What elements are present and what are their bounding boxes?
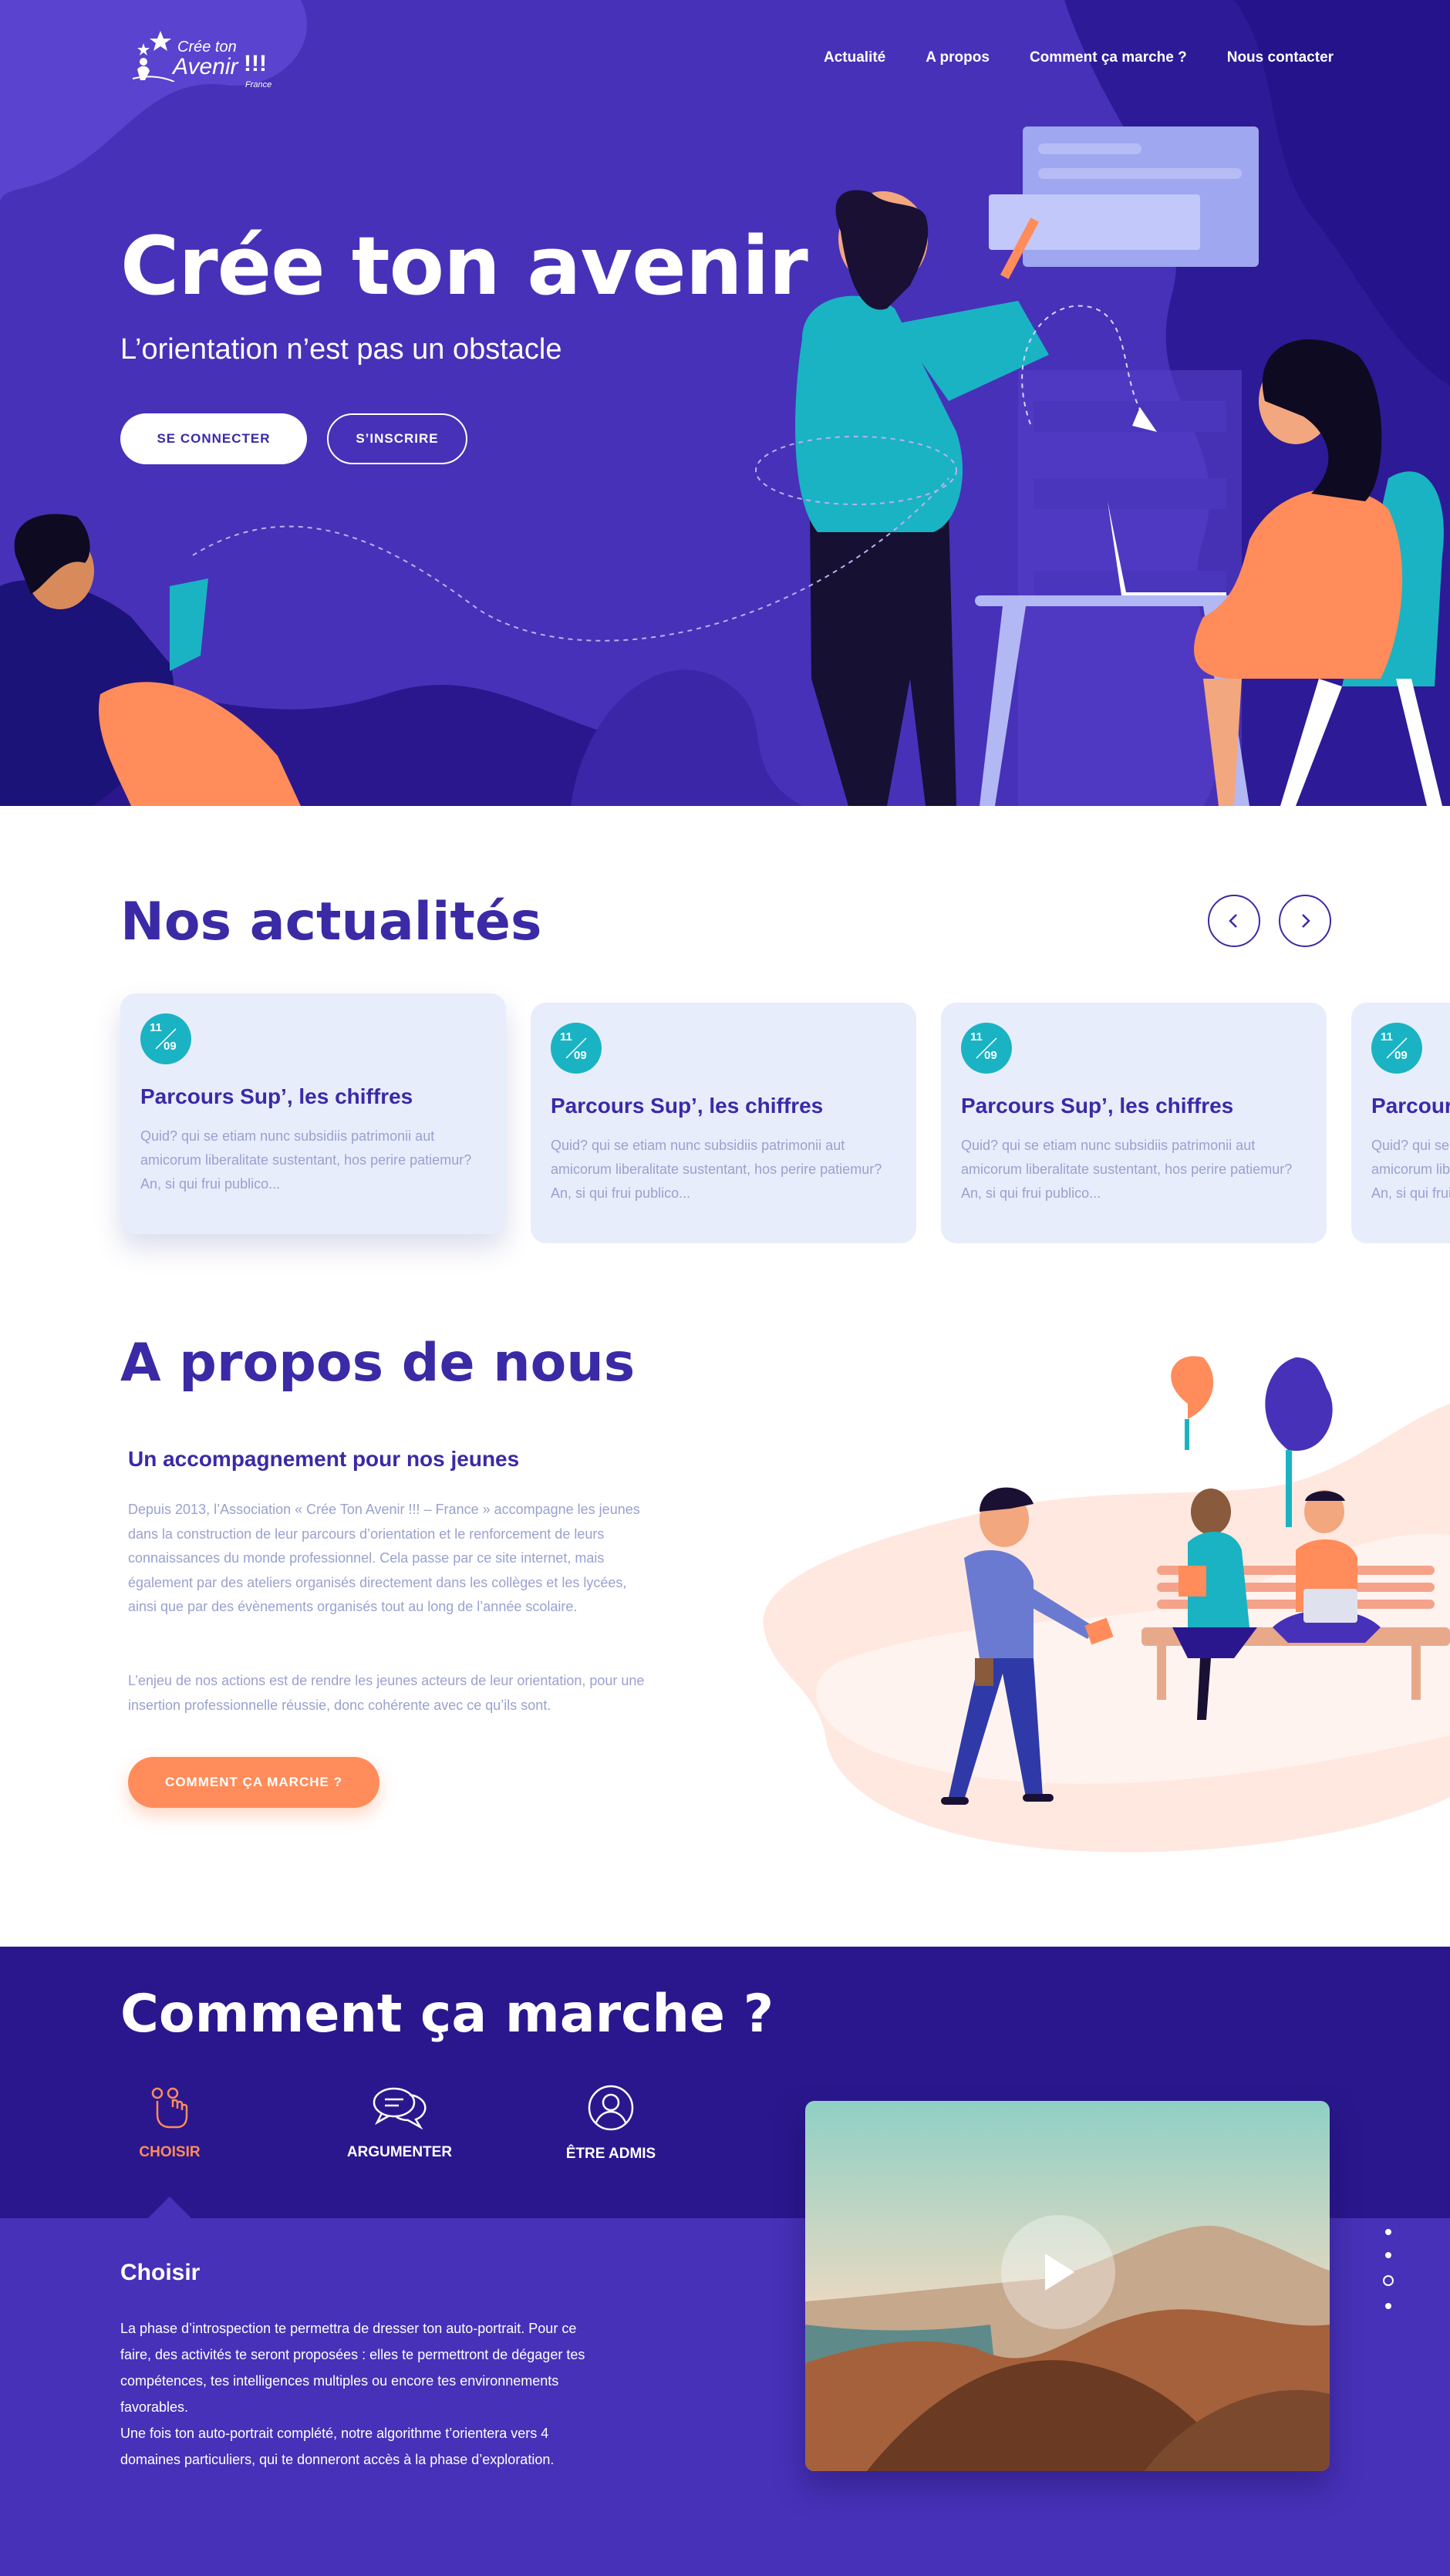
slider-dot[interactable] bbox=[1385, 2229, 1391, 2235]
news-card-excerpt: Quid? qui se etiam nunc subsidiis patrim… bbox=[140, 1128, 472, 1192]
logo-line3: France bbox=[245, 80, 272, 89]
news-card[interactable]: 11 09 Parcours Sup’, les chiffres Quid? … bbox=[1351, 1003, 1450, 1243]
logo-exclam: !!! bbox=[244, 51, 267, 76]
news-card[interactable]: 11 09 Parcours Sup’, les chiffres Quid? … bbox=[120, 993, 506, 1234]
about-section-title: A propos de nous bbox=[120, 1333, 636, 1394]
date-badge: 11 09 bbox=[1371, 1023, 1422, 1074]
about-illustration bbox=[763, 1356, 1450, 1853]
step-tab-choisir[interactable]: CHOISIR bbox=[85, 2084, 255, 2161]
news-card-title: Parcours Sup’, les chiffres bbox=[961, 1094, 1234, 1118]
about-paragraph: L’enjeu de nos actions est de rendre les… bbox=[128, 1673, 645, 1713]
chevron-left-icon bbox=[1229, 914, 1237, 928]
description-line: La phase d’introspection te permettra de… bbox=[120, 2321, 577, 2336]
description-line: favorables. bbox=[120, 2399, 189, 2415]
hero-title: Crée ton avenir bbox=[120, 219, 808, 313]
description-line: faire, des activités te seront proposées… bbox=[120, 2347, 585, 2362]
news-card-excerpt: Quid? qui se etiam nunc subsidiis patrim… bbox=[551, 1138, 882, 1201]
news-card[interactable]: 11 09 Parcours Sup’, les chiffres Quid? … bbox=[531, 1003, 916, 1243]
date-slash-icon bbox=[155, 1028, 177, 1050]
news-card-title: Parcours Sup’, les chiffres bbox=[1371, 1094, 1450, 1118]
news-card-title: Parcours Sup’, les chiffres bbox=[140, 1084, 413, 1108]
date-day: 11 bbox=[1381, 1030, 1393, 1044]
description-line: compétences, tes intelligences multiples… bbox=[120, 2373, 559, 2389]
how-it-works-button[interactable]: COMMENT ÇA MARCHE ? bbox=[128, 1757, 379, 1808]
register-button[interactable]: S’INSCRIRE bbox=[327, 413, 467, 464]
chat-bubbles-icon bbox=[373, 2087, 427, 2130]
step-tab-etre-admis[interactable]: ÊTRE ADMIS bbox=[526, 2084, 696, 2163]
video-play-button[interactable] bbox=[1001, 2215, 1115, 2329]
date-month: 09 bbox=[164, 1040, 177, 1053]
how-it-works-title: Comment ça marche ? bbox=[120, 1984, 774, 2045]
active-step-title: Choisir bbox=[120, 2260, 201, 2285]
brand-logo[interactable]: Crée ton Avenir !!! France bbox=[130, 28, 271, 89]
slider-dot[interactable] bbox=[1385, 2252, 1391, 2258]
main-nav: Actualité A propos Comment ça marche ? N… bbox=[824, 49, 1334, 66]
nav-item-comment-ca-marche[interactable]: Comment ça marche ? bbox=[1030, 49, 1187, 66]
date-month: 09 bbox=[1394, 1049, 1408, 1062]
date-day: 11 bbox=[560, 1030, 572, 1044]
about-paragraph: Depuis 2013, l’Association « Crée Ton Av… bbox=[128, 1502, 640, 1614]
hero-subtitle: L’orientation n’est pas un obstacle bbox=[120, 333, 562, 366]
news-card-excerpt: Quid? qui se etiam nunc subsidiis patrim… bbox=[1371, 1138, 1450, 1201]
date-day: 11 bbox=[970, 1030, 983, 1044]
date-month: 09 bbox=[984, 1049, 997, 1062]
nav-item-a-propos[interactable]: A propos bbox=[926, 49, 990, 66]
news-section-title: Nos actualités bbox=[120, 892, 542, 953]
active-step-pointer bbox=[148, 2197, 191, 2218]
hero-section: Crée ton Avenir !!! France Actualité A p… bbox=[0, 0, 1450, 806]
news-card[interactable]: 11 09 Parcours Sup’, les chiffres Quid? … bbox=[941, 1003, 1327, 1243]
chevron-right-icon bbox=[1302, 914, 1310, 928]
slider-pagination bbox=[1382, 2229, 1394, 2326]
step-tab-argumenter[interactable]: ARGUMENTER bbox=[315, 2084, 484, 2161]
nav-item-actualite[interactable]: Actualité bbox=[824, 49, 885, 66]
tap-hand-icon bbox=[151, 2087, 188, 2129]
nav-item-contact[interactable]: Nous contacter bbox=[1227, 49, 1334, 66]
date-month: 09 bbox=[574, 1049, 587, 1062]
slider-dot[interactable] bbox=[1385, 2303, 1391, 2309]
date-badge: 11 09 bbox=[140, 1013, 191, 1064]
news-next-button[interactable] bbox=[1279, 895, 1331, 947]
play-icon bbox=[1045, 2254, 1074, 2291]
date-badge: 11 09 bbox=[551, 1023, 602, 1074]
step-label: ÊTRE ADMIS bbox=[565, 2146, 656, 2162]
date-slash-icon bbox=[565, 1037, 587, 1059]
step-label: CHOISIR bbox=[139, 2144, 201, 2160]
date-slash-icon bbox=[976, 1037, 997, 1059]
description-line: domaines particuliers, qui te donneront … bbox=[120, 2452, 555, 2467]
slider-dot-current[interactable] bbox=[1383, 2275, 1394, 2286]
active-step-description: La phase d’introspection te permettra de… bbox=[120, 2315, 645, 2473]
login-button[interactable]: SE CONNECTER bbox=[120, 413, 307, 464]
date-badge: 11 09 bbox=[961, 1023, 1012, 1074]
description-line: Une fois ton auto-portrait complété, not… bbox=[120, 2426, 549, 2441]
date-day: 11 bbox=[150, 1021, 162, 1034]
logo-stars-icon bbox=[132, 31, 175, 82]
logo-line2: Avenir bbox=[173, 54, 238, 79]
date-slash-icon bbox=[1386, 1037, 1408, 1059]
user-circle-icon bbox=[588, 2085, 634, 2131]
news-card-title: Parcours Sup’, les chiffres bbox=[551, 1094, 824, 1118]
step-label: ARGUMENTER bbox=[346, 2144, 453, 2160]
hero-illustration bbox=[0, 0, 1450, 806]
about-subtitle: Un accompagnement pour nos jeunes bbox=[128, 1447, 520, 1471]
news-prev-button[interactable] bbox=[1208, 895, 1260, 947]
news-card-excerpt: Quid? qui se etiam nunc subsidiis patrim… bbox=[961, 1138, 1293, 1201]
